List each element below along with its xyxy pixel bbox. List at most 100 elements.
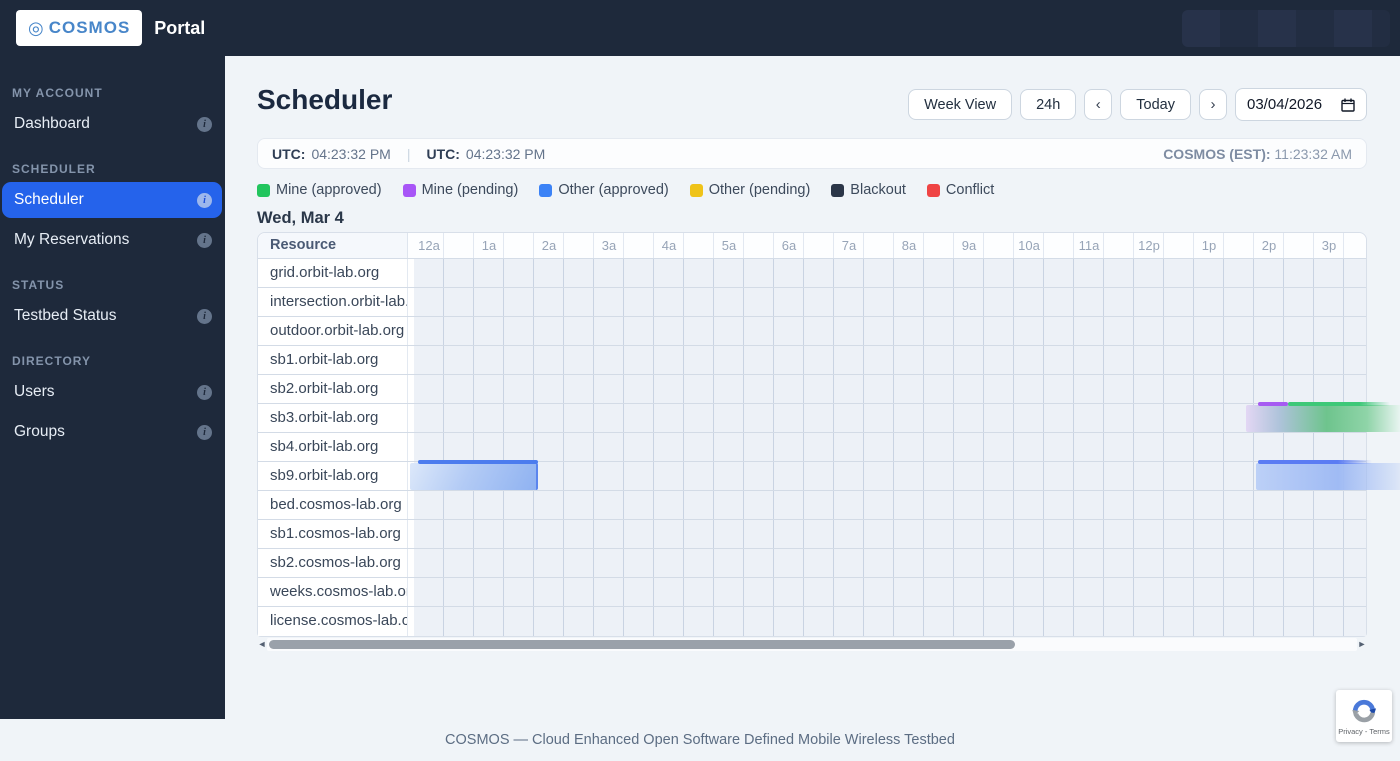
scroll-track[interactable] — [267, 637, 1357, 651]
legend-label: Other (approved) — [558, 182, 669, 198]
time-header-7a: 7a — [841, 238, 857, 253]
next-button[interactable]: › — [1199, 89, 1227, 120]
info-icon[interactable]: i — [197, 192, 212, 208]
resource-row: sb1.orbit-lab.org — [258, 346, 1366, 375]
resource-name: sb1.orbit-lab.org — [258, 346, 408, 374]
legend-swatch — [539, 183, 553, 197]
time-grid-cells[interactable] — [414, 549, 1366, 577]
legend-item: Mine (approved) — [257, 182, 382, 198]
separator: | — [406, 145, 411, 162]
resource-name: sb4.orbit-lab.org — [258, 433, 408, 461]
reservation-strip — [1258, 460, 1372, 464]
time-header-6a: 6a — [781, 238, 797, 253]
time-grid-cells[interactable] — [414, 375, 1366, 403]
legend-swatch — [926, 183, 940, 197]
resource-name: weeks.cosmos-lab.org — [258, 578, 408, 606]
time-grid-cells[interactable] — [414, 259, 1366, 287]
sidebar-item-scheduler[interactable]: Scheduler i — [2, 182, 222, 218]
sidebar-item-label: Dashboard — [14, 115, 90, 132]
sidebar-item-label: Users — [14, 383, 55, 400]
utc-value-2: 04:23:32 PM — [465, 145, 546, 162]
legend-item: Mine (pending) — [402, 182, 518, 198]
sidebar-item-dashboard[interactable]: Dashboard i — [2, 106, 222, 142]
time-header-8a: 8a — [901, 238, 917, 253]
resource-row: license.cosmos-lab.org — [258, 607, 1366, 636]
reservation-other-approved[interactable] — [1256, 463, 1400, 490]
legend-swatch — [831, 183, 845, 197]
reservation-strip — [418, 460, 538, 464]
resource-name: grid.orbit-lab.org — [258, 259, 408, 287]
time-header-5a: 5a — [721, 238, 737, 253]
recaptcha-icon — [1352, 699, 1377, 722]
sidebar-section-label: SCHEDULER — [12, 162, 96, 176]
reservation-strip — [1258, 402, 1288, 406]
time-grid-cells[interactable] — [414, 578, 1366, 606]
time-grid-cells[interactable] — [414, 317, 1366, 345]
legend: Mine (approved) Mine (pending) Other (appr… — [257, 182, 994, 198]
horizontal-scrollbar: ◄ ► — [257, 637, 1367, 651]
sidebar-section-label: MY ACCOUNT — [12, 86, 103, 100]
sidebar-item-groups[interactable]: Groups i — [2, 414, 222, 450]
time-grid-cells[interactable] — [414, 491, 1366, 519]
legend-item: Conflict — [926, 182, 994, 198]
legend-swatch — [402, 183, 416, 197]
time-header-3p: 3p — [1321, 238, 1337, 253]
info-icon[interactable]: i — [197, 384, 212, 400]
time-grid-cells[interactable] — [414, 288, 1366, 316]
info-icon[interactable]: i — [197, 308, 212, 324]
time-header-11a: 11a — [1078, 238, 1100, 253]
scroll-left-arrow[interactable]: ◄ — [257, 637, 267, 651]
scroll-thumb[interactable] — [269, 639, 1015, 649]
week-view-button[interactable]: Week View — [908, 89, 1013, 120]
resource-name: intersection.orbit-lab.... — [258, 288, 408, 316]
resource-name: sb1.cosmos-lab.org — [258, 520, 408, 548]
date-value: 03/04/2026 — [1247, 96, 1323, 113]
main-content: Scheduler Week View 24h ‹ Today › 03/04/2026… — [225, 56, 1400, 719]
footer: COSMOS — Cloud Enhanced Open Software De… — [0, 719, 1400, 761]
sidebar-item-my-reservations[interactable]: My Reservations i — [2, 222, 222, 258]
reservation-other-approved[interactable] — [410, 463, 538, 490]
recaptcha-badge[interactable]: Privacy - Terms — [1336, 690, 1392, 742]
sidebar-item-label: Groups — [14, 423, 65, 440]
reservation-strip — [1288, 402, 1390, 406]
time-header-4a: 4a — [661, 238, 677, 253]
resource-name: outdoor.orbit-lab.org — [258, 317, 408, 345]
time-grid-cells[interactable] — [414, 607, 1366, 636]
resource-name: license.cosmos-lab.org — [258, 607, 408, 636]
cosmos-logo[interactable]: ◎ COSMOS — [16, 10, 143, 46]
toolbar: Week View 24h ‹ Today › 03/04/2026 — [908, 88, 1367, 121]
range-24h-button[interactable]: 24h — [1020, 89, 1077, 120]
info-icon[interactable]: i — [197, 232, 212, 248]
footer-text: COSMOS — Cloud Enhanced Open Software De… — [445, 732, 955, 748]
legend-item: Other (pending) — [689, 182, 810, 198]
scroll-right-arrow[interactable]: ► — [1357, 637, 1367, 651]
reservation-mine-pending-and-approved[interactable] — [1246, 405, 1400, 432]
time-grid-cells[interactable] — [414, 433, 1366, 461]
today-button[interactable]: Today — [1120, 89, 1191, 120]
resource-row: sb2.orbit-lab.org — [258, 375, 1366, 404]
resource-row: intersection.orbit-lab.... — [258, 288, 1366, 317]
time-header: 12a 1a 2a 3a 4a 5a 6a 7a 8a 9a 10a 11a 12p 1p 2p 3p — [414, 233, 1366, 258]
date-input[interactable]: 03/04/2026 — [1235, 88, 1367, 121]
info-icon[interactable]: i — [197, 116, 212, 132]
legend-label: Blackout — [850, 182, 906, 198]
time-grid-cells[interactable] — [414, 520, 1366, 548]
sidebar-item-label: My Reservations — [14, 231, 130, 248]
time-grid-cells[interactable] — [410, 460, 1400, 490]
prev-button[interactable]: ‹ — [1084, 89, 1113, 120]
resource-row: weeks.cosmos-lab.org — [258, 578, 1366, 607]
topbar: ◎ COSMOS Portal — [0, 0, 1400, 56]
legend-item: Other (approved) — [539, 182, 669, 198]
cosmos-logo-text: COSMOS — [48, 18, 131, 37]
resource-name: sb9.orbit-lab.org — [258, 462, 408, 490]
day-header: Wed, Mar 4 — [257, 209, 344, 227]
info-icon[interactable]: i — [197, 424, 212, 440]
time-grid-cells[interactable] — [414, 346, 1366, 374]
sidebar-item-testbed-status[interactable]: Testbed Status i — [2, 298, 222, 334]
time-grid-cells[interactable] — [414, 402, 1400, 432]
cosmos-est-time: COSMOS (EST): 11:23:32 AM — [1163, 145, 1352, 162]
time-header-9a: 9a — [961, 238, 977, 253]
sidebar-item-users[interactable]: Users i — [2, 374, 222, 410]
resource-row: sb1.cosmos-lab.org — [258, 520, 1366, 549]
time-header-1a: 1a — [481, 238, 497, 253]
